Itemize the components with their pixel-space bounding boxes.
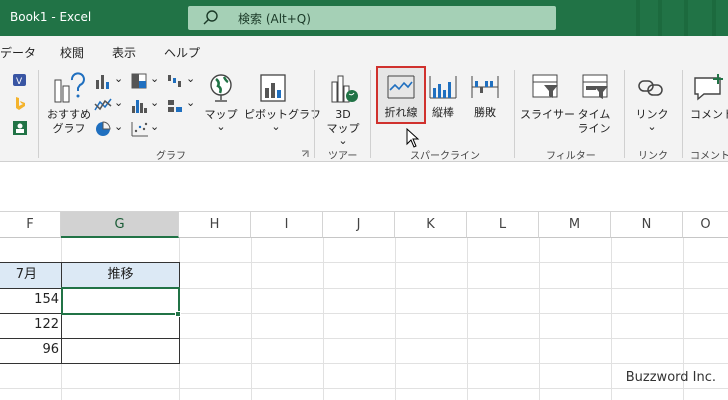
chevron-down-icon: ⌄ bbox=[114, 96, 124, 109]
column-header-k[interactable]: K bbox=[395, 212, 467, 238]
separator bbox=[514, 70, 515, 158]
formula-area bbox=[0, 162, 728, 212]
selected-cell[interactable] bbox=[61, 287, 180, 315]
separator bbox=[624, 70, 625, 158]
window-title: Book1 - Excel bbox=[10, 10, 92, 24]
fill-handle[interactable] bbox=[175, 311, 181, 317]
combo-chart-icon[interactable] bbox=[166, 96, 186, 114]
chevron-down-icon: ⌄ bbox=[186, 72, 196, 85]
column-sparkline-label: 縦棒 bbox=[432, 106, 454, 119]
recommended-charts-label: おすすめ bbox=[47, 108, 91, 121]
pie-chart-icon[interactable] bbox=[94, 120, 114, 138]
column-header-i[interactable]: I bbox=[251, 212, 323, 238]
chevron-down-icon: ⌄ bbox=[216, 120, 226, 133]
cell-f-value[interactable]: 122 bbox=[0, 313, 59, 337]
statistic-chart-icon[interactable] bbox=[130, 96, 150, 114]
timeline-label: ライン bbox=[577, 122, 611, 135]
title-bar: Book1 - Excel 検索 (Alt+Q) bbox=[0, 0, 728, 36]
cell-g-sparkline[interactable] bbox=[62, 313, 179, 338]
cell-f-header[interactable]: 7月 bbox=[0, 263, 61, 288]
line-chart-icon[interactable] bbox=[94, 96, 114, 114]
group-label-link: リンク bbox=[638, 151, 668, 162]
map-chart-icon[interactable] bbox=[206, 72, 236, 104]
line-sparkline-label: 折れ線 bbox=[384, 106, 418, 119]
chevron-down-icon: ⌄ bbox=[114, 120, 124, 133]
group-label-comment: コメント bbox=[690, 151, 728, 162]
group-label-chart: グラフ bbox=[156, 151, 186, 162]
line-sparkline-icon[interactable] bbox=[386, 74, 416, 100]
recommended-charts-label: グラフ bbox=[52, 122, 86, 135]
separator bbox=[314, 70, 315, 158]
chevron-down-icon: ⌄ bbox=[647, 120, 657, 133]
tab-data[interactable]: データ bbox=[0, 44, 36, 61]
winloss-sparkline-label: 勝敗 bbox=[474, 106, 496, 119]
slicer-icon[interactable] bbox=[530, 72, 562, 102]
3d-map-label: 3D bbox=[335, 108, 351, 121]
pivot-chart-icon[interactable] bbox=[258, 72, 290, 104]
title-decoration bbox=[658, 0, 662, 36]
comment-label: コメント bbox=[690, 108, 728, 121]
cell-g-sparkline[interactable] bbox=[62, 338, 179, 363]
tab-review[interactable]: 校閲 bbox=[60, 44, 84, 61]
search-text: 検索 (Alt+Q) bbox=[238, 12, 311, 26]
slicer-label: スライサー bbox=[520, 108, 575, 121]
chevron-down-icon: ⌄ bbox=[150, 72, 160, 85]
winloss-sparkline-icon[interactable] bbox=[470, 74, 500, 100]
timeline-label: タイム bbox=[577, 108, 611, 121]
column-header-n[interactable]: N bbox=[611, 212, 683, 238]
watermark: Buzzword Inc. bbox=[625, 370, 716, 385]
cell-f-value[interactable]: 96 bbox=[0, 338, 59, 362]
chevron-down-icon: ⌄ bbox=[114, 72, 124, 85]
title-decoration bbox=[712, 0, 716, 36]
table-border bbox=[0, 363, 180, 364]
table-border bbox=[0, 262, 180, 263]
tab-view[interactable]: 表示 bbox=[112, 44, 136, 61]
separator bbox=[682, 70, 683, 158]
people-graph-icon[interactable] bbox=[12, 120, 28, 136]
column-header-l[interactable]: L bbox=[467, 212, 539, 238]
grid-line bbox=[0, 388, 728, 389]
title-decoration bbox=[684, 0, 688, 36]
bing-icon[interactable] bbox=[12, 96, 28, 112]
cell-g-header[interactable]: 推移 bbox=[62, 263, 179, 288]
group-label-filter: フィルター bbox=[546, 151, 596, 162]
group-label-tour: ツアー bbox=[328, 151, 358, 162]
column-header-g[interactable]: G bbox=[61, 212, 179, 238]
ribbon: V おすすめ グラフ ⌄ ⌄ ⌄ ⌄ ⌄ ⌄ ⌄ ⌄ マップ ⌄ ピボットグラフ… bbox=[0, 66, 728, 162]
svg-text:V: V bbox=[16, 77, 23, 87]
column-header-m[interactable]: M bbox=[539, 212, 611, 238]
timeline-icon[interactable] bbox=[580, 72, 612, 102]
column-sparkline-icon[interactable] bbox=[428, 74, 458, 100]
table-border bbox=[0, 338, 180, 339]
chevron-down-icon: ⌄ bbox=[271, 120, 281, 133]
column-header-f[interactable]: F bbox=[0, 212, 61, 238]
title-decoration bbox=[636, 0, 640, 36]
recommended-charts-icon[interactable] bbox=[52, 72, 86, 106]
separator bbox=[370, 70, 371, 158]
tab-help[interactable]: ヘルプ bbox=[164, 44, 200, 61]
menu-bar: データ 校閲 表示 ヘルプ bbox=[0, 36, 728, 66]
comment-icon[interactable] bbox=[692, 72, 726, 102]
cell-f-value[interactable]: 154 bbox=[0, 288, 59, 312]
link-icon[interactable] bbox=[636, 72, 666, 102]
column-header-h[interactable]: H bbox=[179, 212, 251, 238]
chevron-down-icon: ⌄ bbox=[150, 120, 160, 133]
group-label-sparklines: スパークライン bbox=[410, 151, 480, 162]
mouse-pointer-icon bbox=[406, 128, 420, 148]
column-chart-icon[interactable] bbox=[94, 72, 114, 90]
chevron-down-icon: ⌄ bbox=[150, 96, 160, 109]
chevron-down-icon: ⌄ bbox=[338, 134, 348, 147]
column-header-o[interactable]: O bbox=[683, 212, 728, 238]
scatter-chart-icon[interactable] bbox=[130, 120, 150, 138]
hierarchy-chart-icon[interactable] bbox=[130, 72, 150, 90]
search-icon bbox=[203, 10, 218, 25]
search-box[interactable]: 検索 (Alt+Q) bbox=[188, 6, 556, 30]
separator bbox=[38, 70, 39, 158]
waterfall-chart-icon[interactable] bbox=[166, 72, 186, 90]
3d-map-icon[interactable] bbox=[326, 72, 360, 106]
dialog-launcher-icon[interactable] bbox=[301, 150, 309, 158]
visio-icon[interactable]: V bbox=[12, 72, 28, 88]
chevron-down-icon: ⌄ bbox=[186, 96, 196, 109]
column-header-j[interactable]: J bbox=[323, 212, 395, 238]
